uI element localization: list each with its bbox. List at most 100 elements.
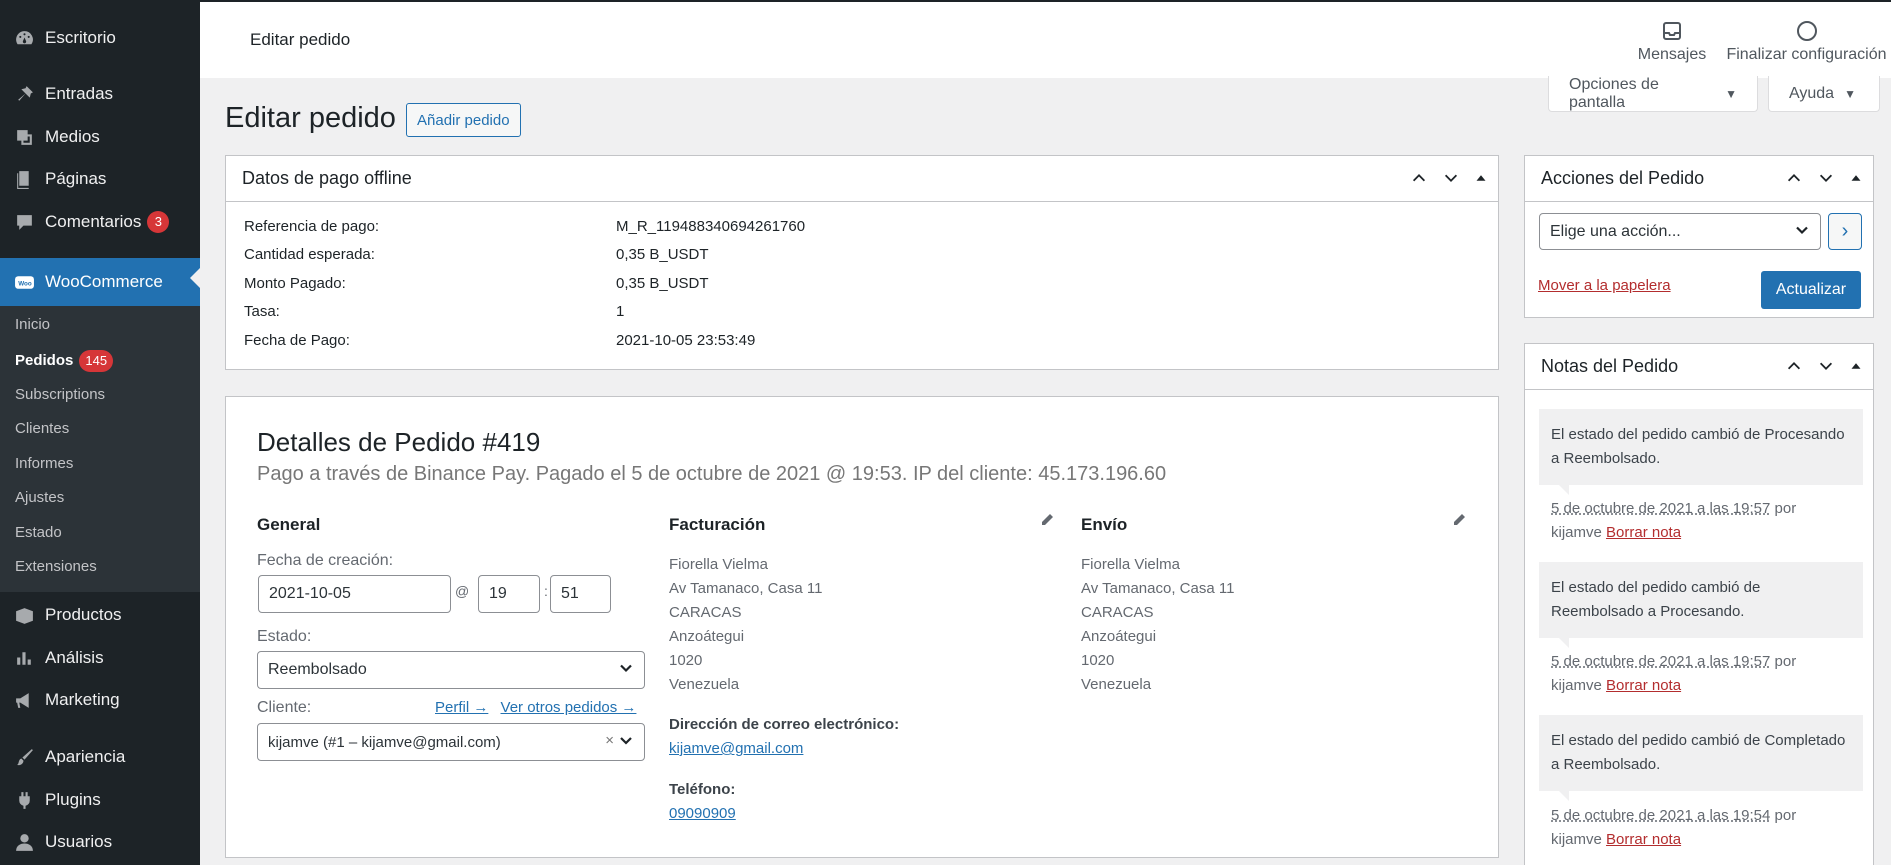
order-hour-input[interactable]: 19 — [478, 575, 540, 613]
shipping-line: Anzoátegui — [1081, 628, 1157, 645]
shipping-line: Venezuela — [1081, 676, 1152, 693]
shipping-line: Fiorella Vielma — [1081, 556, 1180, 573]
billing-address: Fiorella Vielma Av Tamanaco, Casa 11 CAR… — [669, 553, 822, 697]
sidebar-item-analisis[interactable]: Análisis — [0, 638, 200, 678]
general-heading: General — [257, 515, 321, 534]
edit-billing-pencil-icon[interactable] — [1040, 513, 1054, 532]
panel-header: Datos de pago offline — [226, 156, 1498, 202]
chevron-down-icon — [618, 660, 634, 681]
note-meta: 5 de octubre de 2021 a las 19:57 por kij… — [1551, 497, 1796, 545]
sidebar-item-label: Comentarios — [45, 212, 142, 231]
sidebar-item-plugins[interactable]: Plugins — [0, 780, 200, 820]
delete-note-link[interactable]: Borrar nota — [1606, 524, 1681, 541]
submenu-item-pedidos[interactable]: Pedidos 145 — [15, 350, 114, 372]
note-timestamp: 5 de octubre de 2021 a las 19:57 — [1551, 500, 1771, 517]
delete-note-link[interactable]: Borrar nota — [1606, 677, 1681, 694]
submenu-item-label: Pedidos — [15, 352, 74, 369]
sidebar-item-usuarios[interactable]: Usuarios — [0, 822, 200, 862]
update-button[interactable]: Actualizar — [1761, 271, 1861, 309]
billing-line: 1020 — [669, 652, 703, 669]
finish-setup-label: Finalizar configuración — [1726, 46, 1887, 63]
add-order-button[interactable]: Añadir pedido — [406, 103, 521, 137]
other-orders-link[interactable]: Ver otros pedidos → — [501, 699, 637, 716]
move-up-icon[interactable] — [1785, 169, 1803, 192]
submenu-item-subscriptions[interactable]: Subscriptions — [15, 386, 105, 403]
move-down-icon[interactable] — [1817, 169, 1835, 192]
order-action-select[interactable]: Elige una acción... — [1539, 213, 1821, 250]
brush-icon — [12, 745, 36, 769]
collapse-toggle-icon[interactable] — [1474, 169, 1488, 192]
customer-value: kijamve (#1 – kijamve@gmail.com) — [268, 733, 501, 751]
delete-note-link[interactable]: Borrar nota — [1606, 831, 1681, 848]
order-title: Detalles de Pedido #419 — [257, 427, 541, 457]
billing-phone-link[interactable]: 09090909 — [669, 805, 736, 822]
note-meta: 5 de octubre de 2021 a las 19:57 por kij… — [1551, 650, 1796, 698]
sidebar-item-paginas[interactable]: Páginas — [0, 159, 200, 199]
shipping-line: 1020 — [1081, 652, 1115, 669]
sidebar-item-label: Marketing — [45, 690, 120, 709]
move-down-icon[interactable] — [1817, 357, 1835, 380]
paid-amount-label: Monto Pagado: — [244, 275, 346, 292]
sidebar-item-medios[interactable]: Medios — [0, 117, 200, 157]
collapse-toggle-icon[interactable] — [1849, 357, 1863, 380]
payment-reference-label: Referencia de pago: — [244, 218, 380, 235]
panel-title: Datos de pago offline — [242, 168, 412, 188]
sidebar-item-marketing[interactable]: Marketing — [0, 680, 200, 720]
woocommerce-header: Editar pedido Mensajes Finalizar configu… — [200, 0, 1891, 78]
note-timestamp: 5 de octubre de 2021 a las 19:54 — [1551, 807, 1771, 824]
shipping-address: Fiorella Vielma Av Tamanaco, Casa 11 CAR… — [1081, 553, 1234, 697]
collapse-toggle-icon[interactable] — [1849, 169, 1863, 192]
sidebar-item-apariencia[interactable]: Apariencia — [0, 737, 200, 777]
profile-link[interactable]: Perfil → — [435, 699, 488, 716]
move-up-icon[interactable] — [1785, 357, 1803, 380]
sidebar-item-label: Escritorio — [45, 28, 116, 47]
note-author: kijamve — [1551, 831, 1602, 848]
orders-count-badge: 145 — [79, 350, 114, 372]
submenu-item-clientes[interactable]: Clientes — [15, 420, 69, 437]
products-icon — [12, 603, 36, 627]
order-date-input[interactable]: 2021-10-05 — [258, 575, 451, 613]
user-icon — [12, 830, 36, 854]
woocommerce-submenu: Inicio Pedidos 145 Subscriptions Clientes… — [0, 306, 200, 592]
header-title: Editar pedido — [250, 30, 351, 49]
sidebar-item-comentarios[interactable]: Comentarios 3 — [0, 202, 200, 242]
submenu-item-inicio[interactable]: Inicio — [15, 316, 50, 333]
submenu-item-estado[interactable]: Estado — [15, 524, 62, 541]
sidebar-item-woocommerce[interactable]: Woo WooCommerce — [0, 258, 200, 306]
dashboard-icon — [12, 26, 36, 50]
screen-options-button[interactable]: Opciones de pantalla ▼ — [1548, 76, 1758, 112]
submenu-item-ajustes[interactable]: Ajustes — [15, 489, 64, 506]
edit-shipping-pencil-icon[interactable] — [1452, 513, 1466, 532]
move-down-icon[interactable] — [1442, 169, 1460, 192]
finish-setup-button[interactable]: Finalizar configuración — [1722, 16, 1891, 64]
submenu-item-informes[interactable]: Informes — [15, 455, 73, 472]
note-author: kijamve — [1551, 524, 1602, 541]
comments-icon — [12, 210, 36, 234]
billing-email-link[interactable]: kijamve@gmail.com — [669, 740, 803, 757]
sidebar-item-productos[interactable]: Productos — [0, 595, 200, 635]
messages-button[interactable]: Mensajes — [1622, 16, 1722, 64]
help-button[interactable]: Ayuda ▼ — [1768, 76, 1880, 112]
sidebar-item-escritorio[interactable]: Escritorio — [0, 18, 200, 58]
clear-icon[interactable]: × — [605, 732, 614, 749]
customer-select[interactable]: kijamve (#1 – kijamve@gmail.com) × — [257, 723, 645, 761]
submenu-item-extensiones[interactable]: Extensiones — [15, 558, 97, 575]
paid-amount-value: 0,35 B_USDT — [616, 275, 709, 292]
order-minute-input[interactable]: 51 — [550, 575, 611, 613]
colon-separator: : — [544, 583, 548, 599]
sidebar-item-label: Páginas — [45, 169, 107, 188]
move-up-icon[interactable] — [1410, 169, 1428, 192]
move-to-trash-link[interactable]: Mover a la papelera — [1538, 277, 1671, 294]
sidebar-item-label: Plugins — [45, 790, 101, 809]
note-author: kijamve — [1551, 677, 1602, 694]
page-title: Editar pedido — [225, 102, 396, 134]
phone-label: Teléfono: — [669, 781, 736, 798]
sidebar-item-label: Productos — [45, 605, 122, 624]
order-status-select[interactable]: Reembolsado — [257, 651, 645, 689]
shipping-line: Av Tamanaco, Casa 11 — [1081, 580, 1235, 597]
comments-count-badge: 3 — [147, 211, 170, 233]
sidebar-item-entradas[interactable]: Entradas — [0, 74, 200, 114]
payment-date-value: 2021-10-05 23:53:49 — [616, 332, 756, 349]
apply-action-button[interactable]: › — [1828, 213, 1862, 250]
inbox-icon — [1622, 16, 1722, 46]
